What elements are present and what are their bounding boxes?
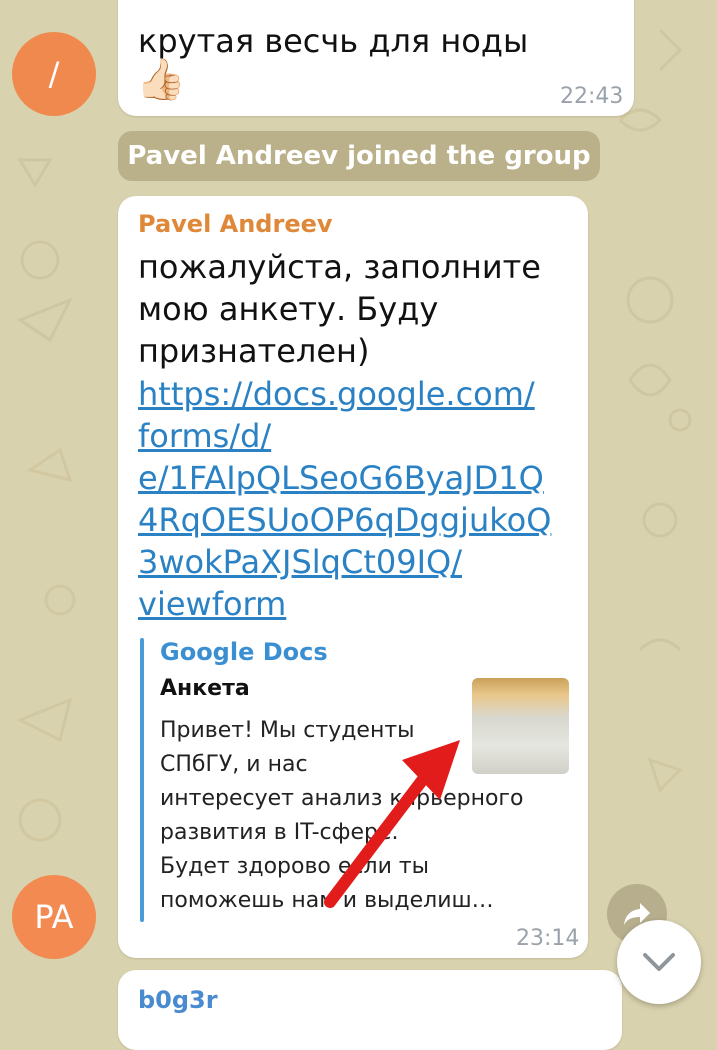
service-message: Pavel Andreev joined the group — [118, 131, 600, 181]
link-preview-title: Анкета — [160, 676, 250, 701]
link-preview-bar — [140, 638, 144, 922]
link-preview[interactable]: Google Docs Анкета Привет! Мы студенты С… — [160, 636, 576, 926]
message-bubble[interactable]: крутая весчь для ноды 👍🏻 22:43 — [118, 0, 634, 116]
message-text: пожалуйста, заполните мою анкету. Буду п… — [138, 248, 541, 370]
message-time: 22:43 — [560, 84, 624, 109]
avatar[interactable]: / — [12, 32, 96, 116]
message-link[interactable]: https://docs.google.com/ forms/d/ e/1FAI… — [138, 373, 551, 625]
scroll-down-button[interactable] — [617, 920, 701, 1004]
link-preview-site: Google Docs — [160, 638, 328, 666]
message-text: крутая весчь для ноды — [138, 22, 529, 60]
link-preview-thumbnail[interactable] — [472, 678, 569, 774]
sender-name[interactable]: Pavel Andreev — [138, 210, 333, 238]
message-time: 23:14 — [516, 926, 580, 951]
message-bubble[interactable]: b0g3r — [118, 970, 622, 1050]
avatar[interactable]: PA — [12, 875, 96, 959]
avatar-initials: / — [48, 55, 60, 93]
chevron-down-icon — [643, 953, 675, 971]
service-message-text: Pavel Andreev joined the group — [127, 141, 591, 171]
thumbs-up-emoji: 👍🏻 — [136, 58, 186, 102]
avatar-initials: PA — [34, 898, 74, 936]
message-bubble[interactable]: Pavel Andreev пожалуйста, заполните мою … — [118, 196, 588, 958]
sender-name[interactable]: b0g3r — [138, 986, 218, 1014]
